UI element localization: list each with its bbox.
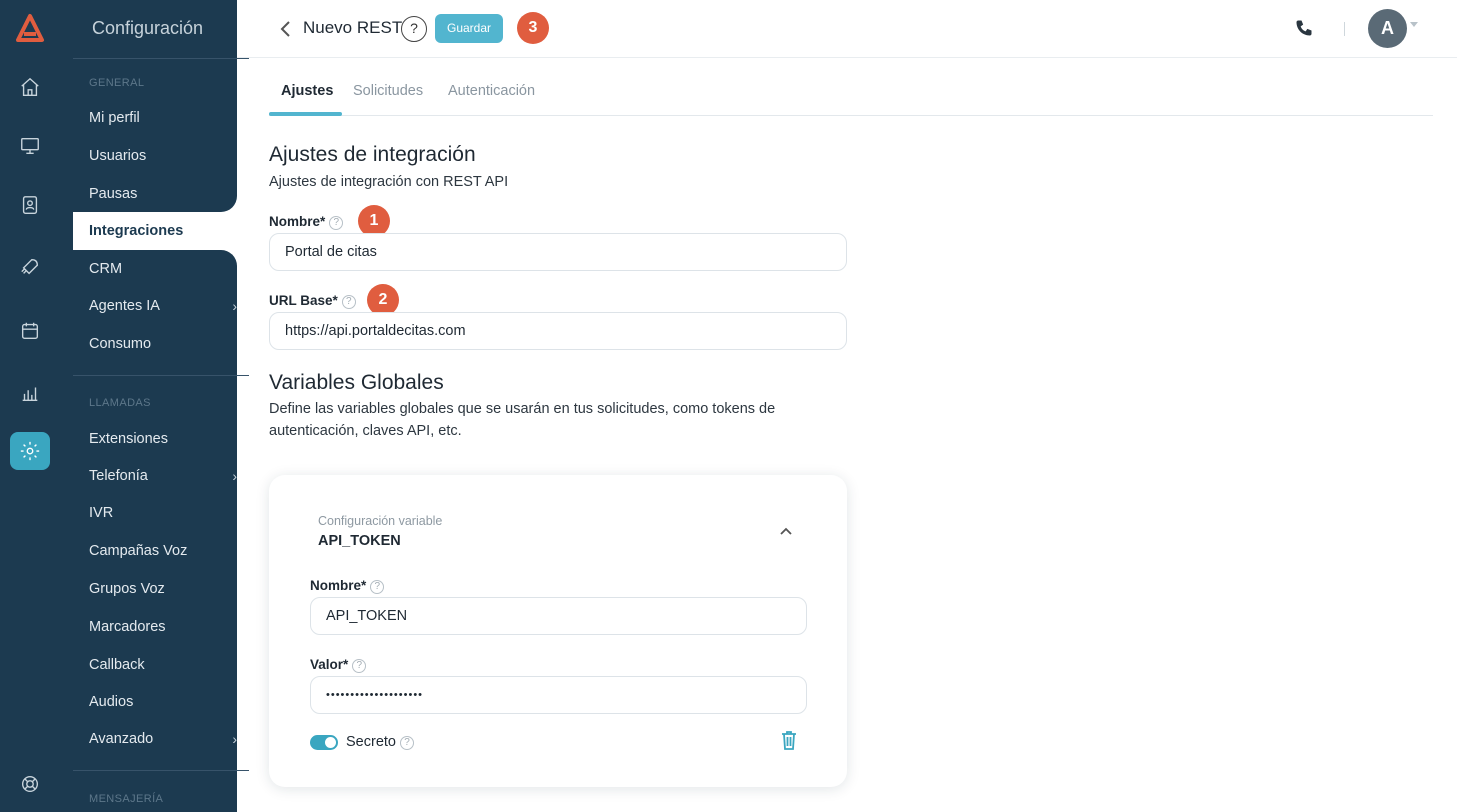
globals-description: Define las variables globales que se usa… <box>269 401 776 439</box>
menu-item-campanas-voz[interactable]: Campañas Voz <box>89 541 239 561</box>
url-label: URL Base*? <box>269 293 356 309</box>
analytics-icon[interactable] <box>17 380 43 406</box>
avatar[interactable]: A <box>1368 9 1407 48</box>
variable-card-title: API_TOKEN <box>318 533 401 549</box>
rocket-icon[interactable] <box>17 254 43 280</box>
chevron-right-icon: › <box>232 468 237 484</box>
tab-solicitudes[interactable]: Solicitudes <box>353 83 423 99</box>
help-icon[interactable]: ? <box>401 16 427 42</box>
name-label-text: Nombre* <box>269 214 326 229</box>
caret-down-icon[interactable] <box>1410 22 1418 27</box>
menu-divider <box>73 770 249 771</box>
name-label: Nombre*? <box>269 214 344 230</box>
menu-divider <box>73 58 249 59</box>
menu-item-avanzado[interactable]: Avanzado › <box>89 729 239 749</box>
help-icon[interactable]: ? <box>341 295 356 309</box>
contacts-icon[interactable] <box>17 192 43 218</box>
section-general: GENERAL <box>89 77 145 89</box>
gear-icon[interactable] <box>10 432 50 470</box>
variable-value-input[interactable]: •••••••••••••••••••• <box>310 676 807 714</box>
integration-heading: Ajustes de integración <box>269 143 476 166</box>
tab-autenticacion[interactable]: Autenticación <box>448 83 535 99</box>
menu-item-audios[interactable]: Audios <box>89 692 239 712</box>
url-label-text: URL Base* <box>269 293 338 308</box>
step-badge-3: 3 <box>517 12 549 44</box>
phone-icon[interactable] <box>1294 18 1314 38</box>
secret-label-text: Secreto <box>346 734 396 750</box>
chevron-right-icon: › <box>232 298 237 314</box>
back-arrow-icon[interactable] <box>277 18 295 40</box>
help-icon[interactable]: ? <box>399 736 414 750</box>
variable-card: Configuración variable API_TOKEN Nombre*… <box>269 475 847 787</box>
support-icon[interactable] <box>17 771 43 797</box>
section-llamadas: LLAMADAS <box>89 397 151 409</box>
menu-item-label: Agentes IA <box>89 298 160 314</box>
help-icon[interactable]: ? <box>329 216 344 230</box>
secret-toggle[interactable] <box>310 735 338 750</box>
tab-ajustes[interactable]: Ajustes <box>281 83 333 99</box>
help-icon[interactable]: ? <box>370 580 385 594</box>
menu-item-usuarios[interactable]: Usuarios <box>89 146 239 166</box>
menu-item-marcadores[interactable]: Marcadores <box>89 617 239 637</box>
integration-subtitle: Ajustes de integración con REST API <box>269 174 509 190</box>
menu-item-mi-perfil[interactable]: Mi perfil <box>89 108 239 128</box>
menu-item-crm[interactable]: CRM <box>89 259 239 279</box>
globals-heading: Variables Globales <box>269 371 444 394</box>
menu-item-pausas[interactable]: Pausas <box>89 184 239 204</box>
menu-item-extensiones[interactable]: Extensiones <box>89 429 239 449</box>
help-icon[interactable]: ? <box>352 659 367 673</box>
icon-rail <box>0 0 58 812</box>
calendar-icon[interactable] <box>17 318 43 344</box>
active-tab-indicator <box>269 112 342 116</box>
variable-name-label: Nombre*? <box>310 578 385 594</box>
menu-divider <box>73 375 249 376</box>
settings-menu: Configuración GENERAL Mi perfil Usuarios… <box>58 0 249 812</box>
menu-item-label: Avanzado <box>89 731 154 747</box>
menu-item-agentes-ia[interactable]: Agentes IA › <box>89 296 239 316</box>
menu-item-integraciones[interactable]: Integraciones <box>73 212 237 250</box>
secret-label: Secreto? <box>346 734 414 750</box>
app-logo-icon[interactable] <box>14 12 46 44</box>
variable-card-subtitle: Configuración variable <box>318 514 443 528</box>
name-input[interactable]: Portal de citas <box>269 233 847 271</box>
url-base-input[interactable]: https://api.portaldecitas.com <box>269 312 847 350</box>
top-bar: Nuevo REST ? Guardar 3 A <box>237 0 1457 58</box>
chevron-up-icon[interactable] <box>778 523 794 539</box>
menu-title: Configuración <box>92 18 204 38</box>
menu-item-grupos-voz[interactable]: Grupos Voz <box>89 579 239 599</box>
menu-item-label: Telefonía <box>89 468 148 484</box>
menu-item-telefonia[interactable]: Telefonía › <box>89 466 239 486</box>
trash-icon[interactable] <box>779 729 799 751</box>
tab-bar: Ajustes Solicitudes Autenticación <box>269 70 1433 116</box>
save-button[interactable]: Guardar <box>435 14 503 43</box>
variable-name-input[interactable]: API_TOKEN <box>310 597 807 635</box>
chevron-right-icon: › <box>232 731 237 747</box>
menu-item-consumo[interactable]: Consumo <box>89 334 239 354</box>
section-mensajeria: MENSAJERÍA <box>89 793 164 805</box>
variable-value-label-text: Valor* <box>310 657 349 672</box>
monitor-icon[interactable] <box>17 133 43 159</box>
page-title: Nuevo REST <box>303 18 403 37</box>
header-separator <box>1344 22 1345 36</box>
menu-item-callback[interactable]: Callback <box>89 655 239 675</box>
menu-item-ivr[interactable]: IVR <box>89 503 239 523</box>
home-icon[interactable] <box>17 74 43 100</box>
variable-name-label-text: Nombre* <box>310 578 367 593</box>
variable-value-label: Valor*? <box>310 657 367 673</box>
